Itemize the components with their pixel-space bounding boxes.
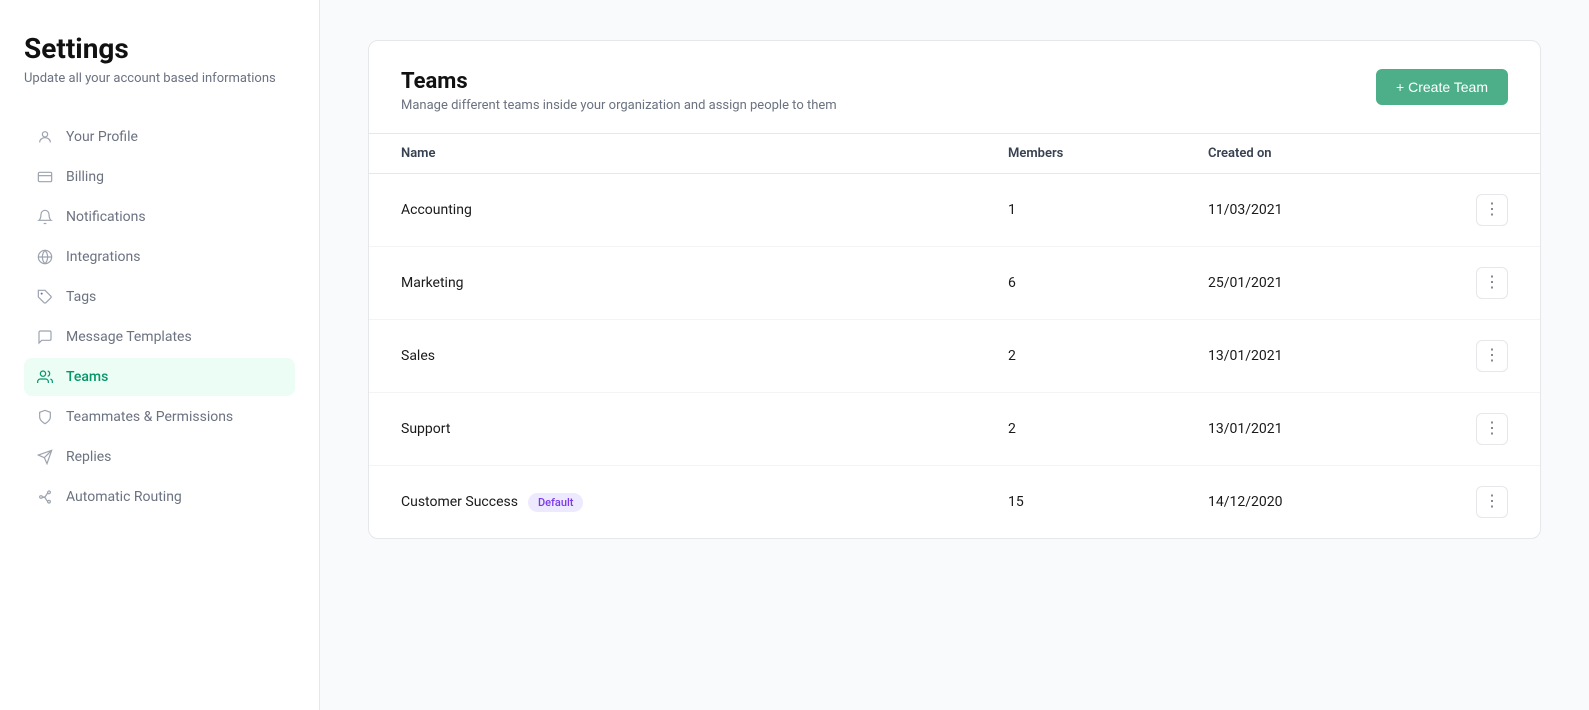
sidebar-item-notifications[interactable]: Notifications [24, 198, 295, 236]
cell-members-support: 2 [1008, 421, 1208, 437]
cell-actions-sales: ⋮ [1448, 340, 1508, 372]
more-icon: ⋮ [1484, 275, 1500, 291]
sidebar-item-your-profile[interactable]: Your Profile [24, 118, 295, 156]
sidebar-item-label: Integrations [66, 249, 140, 265]
tag-icon [36, 288, 54, 306]
sidebar-item-replies[interactable]: Replies [24, 438, 295, 476]
cell-date-marketing: 25/01/2021 [1208, 275, 1448, 291]
table-row: Sales 2 13/01/2021 ⋮ [369, 320, 1540, 393]
sidebar-item-label: Replies [66, 449, 111, 465]
routing-icon [36, 488, 54, 506]
main-content: Teams Manage different teams inside your… [320, 0, 1589, 710]
shield-icon [36, 408, 54, 426]
person-icon [36, 128, 54, 146]
cell-name-accounting: Accounting [401, 202, 1008, 218]
column-header-created-on: Created on [1208, 146, 1448, 161]
sidebar: Settings Update all your account based i… [0, 0, 320, 710]
more-icon: ⋮ [1484, 202, 1500, 218]
sidebar-item-label: Automatic Routing [66, 489, 182, 505]
sidebar-item-teammates-permissions[interactable]: Teammates & Permissions [24, 398, 295, 436]
page-description: Manage different teams inside your organ… [401, 98, 837, 113]
table-row: Support 2 13/01/2021 ⋮ [369, 393, 1540, 466]
more-icon: ⋮ [1484, 348, 1500, 364]
cell-name-marketing: Marketing [401, 275, 1008, 291]
message-icon [36, 328, 54, 346]
more-icon: ⋮ [1484, 494, 1500, 510]
settings-subtitle: Update all your account based informatio… [24, 71, 295, 86]
sidebar-header: Settings Update all your account based i… [24, 32, 295, 86]
cell-date-sales: 13/01/2021 [1208, 348, 1448, 364]
cell-actions-customer-success: ⋮ [1448, 486, 1508, 518]
cell-members-customer-success: 15 [1008, 494, 1208, 510]
sidebar-item-label: Tags [66, 289, 96, 305]
page-title: Teams [401, 69, 837, 94]
sidebar-item-message-templates[interactable]: Message Templates [24, 318, 295, 356]
cell-name-sales: Sales [401, 348, 1008, 364]
cell-members-sales: 2 [1008, 348, 1208, 364]
card-icon [36, 168, 54, 186]
table-row: Marketing 6 25/01/2021 ⋮ [369, 247, 1540, 320]
sidebar-nav: Your Profile Billing Notifications [24, 118, 295, 516]
sidebar-item-label: Teams [66, 369, 108, 385]
table-header-row: Name Members Created on [369, 134, 1540, 174]
row-actions-button[interactable]: ⋮ [1476, 267, 1508, 299]
app-layout: Settings Update all your account based i… [0, 0, 1589, 710]
row-actions-button[interactable]: ⋮ [1476, 413, 1508, 445]
sidebar-item-label: Your Profile [66, 129, 138, 145]
cell-members-accounting: 1 [1008, 202, 1208, 218]
sidebar-item-label: Notifications [66, 209, 146, 225]
table-row: Accounting 1 11/03/2021 ⋮ [369, 174, 1540, 247]
teams-table: Name Members Created on Accounting 1 11/… [369, 134, 1540, 538]
card-header: Teams Manage different teams inside your… [369, 41, 1540, 134]
row-actions-button[interactable]: ⋮ [1476, 340, 1508, 372]
cell-date-support: 13/01/2021 [1208, 421, 1448, 437]
cell-members-marketing: 6 [1008, 275, 1208, 291]
column-header-members: Members [1008, 146, 1208, 161]
more-icon: ⋮ [1484, 421, 1500, 437]
cell-actions-accounting: ⋮ [1448, 194, 1508, 226]
send-icon [36, 448, 54, 466]
cell-actions-support: ⋮ [1448, 413, 1508, 445]
cell-date-customer-success: 14/12/2020 [1208, 494, 1448, 510]
card-header-text: Teams Manage different teams inside your… [401, 69, 837, 113]
cell-name-support: Support [401, 421, 1008, 437]
sidebar-item-automatic-routing[interactable]: Automatic Routing [24, 478, 295, 516]
sidebar-item-teams[interactable]: Teams [24, 358, 295, 396]
column-header-actions [1448, 146, 1508, 161]
create-team-button[interactable]: + Create Team [1376, 69, 1508, 105]
sidebar-item-label: Billing [66, 169, 104, 185]
table-row: Customer Success Default 15 14/12/2020 ⋮ [369, 466, 1540, 538]
column-header-name: Name [401, 146, 1008, 161]
sidebar-item-integrations[interactable]: Integrations [24, 238, 295, 276]
sidebar-item-label: Teammates & Permissions [66, 409, 233, 425]
teams-card: Teams Manage different teams inside your… [368, 40, 1541, 539]
sidebar-item-tags[interactable]: Tags [24, 278, 295, 316]
bell-icon [36, 208, 54, 226]
globe-icon [36, 248, 54, 266]
cell-date-accounting: 11/03/2021 [1208, 202, 1448, 218]
row-actions-button[interactable]: ⋮ [1476, 194, 1508, 226]
cell-actions-marketing: ⋮ [1448, 267, 1508, 299]
sidebar-item-label: Message Templates [66, 329, 192, 345]
settings-title: Settings [24, 32, 295, 65]
sidebar-item-billing[interactable]: Billing [24, 158, 295, 196]
cell-name-customer-success: Customer Success Default [401, 493, 1008, 512]
people-icon [36, 368, 54, 386]
default-badge: Default [528, 493, 583, 512]
row-actions-button[interactable]: ⋮ [1476, 486, 1508, 518]
